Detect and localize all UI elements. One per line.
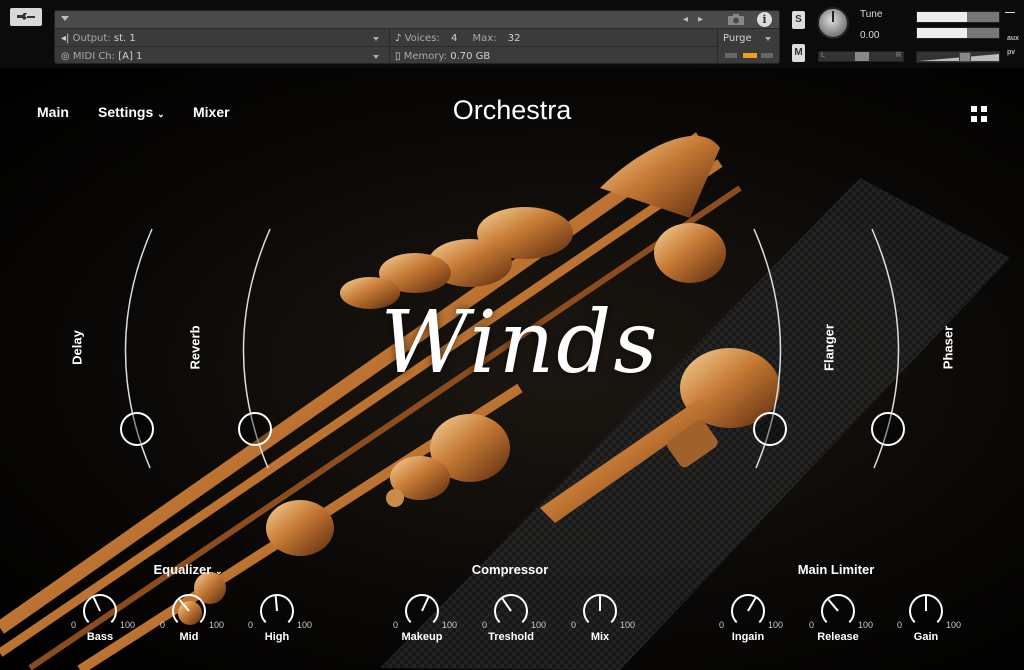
- treshold-max-label: 100: [531, 620, 547, 630]
- level-meter-right: [916, 27, 1000, 39]
- output-row[interactable]: ◂| Output: st. 1: [61, 33, 136, 44]
- wrench-icon[interactable]: [10, 8, 42, 26]
- voices-icon: ♪: [395, 33, 402, 44]
- mid-max-label: 100: [209, 620, 225, 630]
- pan-handle[interactable]: [855, 52, 869, 61]
- pan-slider[interactable]: L R: [818, 51, 904, 62]
- camera-icon[interactable]: [727, 13, 745, 26]
- nav-settings[interactable]: Settings ⌄: [98, 104, 165, 120]
- high-max-label: 100: [297, 620, 313, 630]
- gain-knob-label: Gain: [913, 631, 939, 643]
- high-knob-label: High: [264, 631, 290, 643]
- bass-min-label: 0: [71, 620, 77, 630]
- makeup-knob[interactable]: [403, 592, 441, 630]
- equalizer-section-title[interactable]: Equalizer ⌄: [108, 562, 268, 577]
- pv-button[interactable]: pv: [1007, 49, 1015, 56]
- midi-dropdown-icon[interactable]: [373, 55, 379, 59]
- instrument-title: Orchestra: [452, 95, 572, 125]
- treshold-min-label: 0: [482, 620, 488, 630]
- release-max-label: 100: [858, 620, 874, 630]
- flanger-label: Flanger: [821, 324, 837, 371]
- level-meter-left: [916, 11, 1000, 23]
- volume-handle[interactable]: [959, 52, 971, 62]
- grid-menu-icon[interactable]: [971, 106, 987, 122]
- activity-led: [761, 53, 773, 58]
- mute-button[interactable]: M: [792, 44, 805, 62]
- compressor-section-title: Compressor: [471, 562, 549, 577]
- memory-row: ▯ Memory: 0.70 GB: [395, 51, 491, 62]
- tune-label: Tune: [860, 9, 883, 20]
- makeup-max-label: 100: [442, 620, 458, 630]
- volume-slider[interactable]: [916, 51, 1000, 63]
- output-value: st. 1: [113, 33, 136, 44]
- nav-mixer[interactable]: Mixer: [193, 104, 230, 120]
- treshold-knob-label: Treshold: [488, 631, 534, 643]
- midi-activity-led: [725, 53, 737, 58]
- purge-dropdown-icon[interactable]: [765, 37, 771, 41]
- midi-channel-row[interactable]: ◎ MIDI Ch: [A] 1: [61, 51, 142, 62]
- main-limiter-section-title: Main Limiter: [797, 562, 875, 577]
- max-voices-value[interactable]: 32: [508, 33, 521, 44]
- mix-min-label: 0: [571, 620, 577, 630]
- reverb-label: Reverb: [187, 325, 203, 370]
- release-knob-label: Release: [817, 631, 859, 643]
- prev-next-arrows-icon[interactable]: ◂▸: [683, 14, 713, 25]
- info-icon[interactable]: i: [757, 12, 772, 27]
- bass-max-label: 100: [120, 620, 136, 630]
- tune-knob[interactable]: [817, 7, 849, 39]
- treshold-knob[interactable]: [492, 592, 530, 630]
- nav-main[interactable]: Main: [37, 104, 69, 120]
- delay-label: Delay: [69, 330, 85, 365]
- aux-button[interactable]: aux: [1007, 35, 1019, 42]
- high-knob[interactable]: [258, 592, 296, 630]
- memory-value: 0.70 GB: [450, 51, 491, 62]
- bass-knob-label: Bass: [86, 631, 114, 643]
- gain-min-label: 0: [897, 620, 903, 630]
- solo-button[interactable]: S: [792, 11, 805, 29]
- memory-icon: ▯: [395, 51, 401, 62]
- high-min-label: 0: [248, 620, 254, 630]
- release-min-label: 0: [809, 620, 815, 630]
- voices-value: 4: [450, 33, 458, 44]
- delay-amount-handle[interactable]: [120, 412, 154, 446]
- winds-wordmark: Winds: [380, 293, 660, 393]
- activity-led-orange: [743, 53, 757, 58]
- voices-row: ♪ Voices: 4 Max: 32: [395, 33, 521, 44]
- chevron-down-icon: ⌄: [214, 566, 223, 576]
- reverb-amount-handle[interactable]: [238, 412, 272, 446]
- ingain-max-label: 100: [768, 620, 784, 630]
- ingain-min-label: 0: [719, 620, 725, 630]
- instrument-name-bar[interactable]: ◂▸ i: [55, 11, 779, 29]
- gain-knob[interactable]: [907, 592, 945, 630]
- mid-knob-label: Mid: [179, 631, 199, 643]
- midi-icon: ◎: [61, 51, 70, 62]
- bass-knob[interactable]: [81, 592, 119, 630]
- minimize-icon[interactable]: [1005, 12, 1015, 13]
- phaser-amount-handle[interactable]: [871, 412, 905, 446]
- output-icon: ◂|: [61, 33, 70, 44]
- instrument-info-panel: ◂▸ i ◂| Output: st. 1 ◎ MIDI Ch: [A] 1 ♪…: [54, 10, 780, 65]
- output-dropdown-icon[interactable]: [373, 37, 379, 41]
- phaser-label: Phaser: [940, 325, 956, 370]
- instrument-main-panel: Main Settings ⌄ Mixer Orchestra Winds De…: [0, 68, 1024, 670]
- instrument-menu-arrow-icon[interactable]: [61, 16, 69, 21]
- mid-min-label: 0: [160, 620, 166, 630]
- makeup-knob-label: Makeup: [401, 631, 443, 643]
- mix-max-label: 100: [620, 620, 636, 630]
- chevron-down-icon: ⌄: [157, 109, 165, 119]
- mid-knob[interactable]: [170, 592, 208, 630]
- tune-value: 0.00: [860, 30, 880, 41]
- ingain-knob-label: Ingain: [731, 631, 765, 643]
- purge-menu[interactable]: Purge: [723, 33, 752, 44]
- gain-max-label: 100: [946, 620, 962, 630]
- mix-knob-label: Mix: [590, 631, 610, 643]
- release-knob[interactable]: [819, 592, 857, 630]
- ingain-knob[interactable]: [729, 592, 767, 630]
- flanger-amount-handle[interactable]: [753, 412, 787, 446]
- midi-channel-value: [A] 1: [118, 51, 143, 62]
- makeup-min-label: 0: [393, 620, 399, 630]
- mix-knob[interactable]: [581, 592, 619, 630]
- kontakt-instrument-header: ◂▸ i ◂| Output: st. 1 ◎ MIDI Ch: [A] 1 ♪…: [0, 0, 1024, 68]
